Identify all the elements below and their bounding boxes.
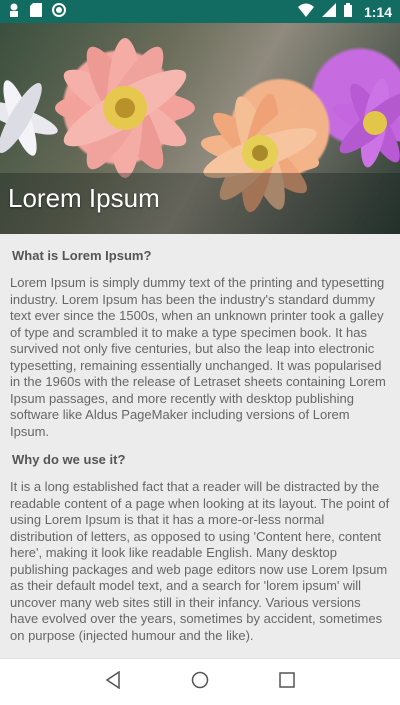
section-heading: Why do we use it? bbox=[12, 452, 126, 467]
purple-dahlia bbox=[332, 78, 400, 168]
signal-icon bbox=[321, 3, 336, 20]
hero-title: Lorem Ipsum bbox=[8, 183, 160, 213]
article-content[interactable]: What is Lorem Ipsum? Lorem Ipsum is simp… bbox=[0, 234, 400, 658]
back-button[interactable] bbox=[98, 667, 128, 697]
home-icon bbox=[191, 671, 209, 693]
section-body: It is a long established fact that a rea… bbox=[10, 479, 390, 643]
hero-image: Lorem Ipsum bbox=[0, 23, 400, 234]
battery-icon bbox=[343, 3, 352, 20]
status-bar: 1:14 bbox=[0, 0, 400, 23]
record-icon bbox=[52, 3, 66, 20]
status-time: 1:14 bbox=[363, 3, 392, 20]
sd-card-icon bbox=[30, 3, 42, 20]
navigation-bar bbox=[0, 658, 400, 705]
back-icon bbox=[105, 670, 121, 693]
home-button[interactable] bbox=[185, 667, 215, 697]
wifi-icon bbox=[297, 3, 314, 20]
section-heading: What is Lorem Ipsum? bbox=[12, 248, 152, 263]
pink-dahlia bbox=[55, 38, 195, 178]
recents-button[interactable] bbox=[272, 667, 302, 697]
recents-icon bbox=[278, 672, 295, 692]
white-dahlia bbox=[0, 80, 58, 156]
section-body: Lorem Ipsum is simply dummy text of the … bbox=[10, 275, 386, 439]
notification-icon bbox=[8, 3, 20, 20]
